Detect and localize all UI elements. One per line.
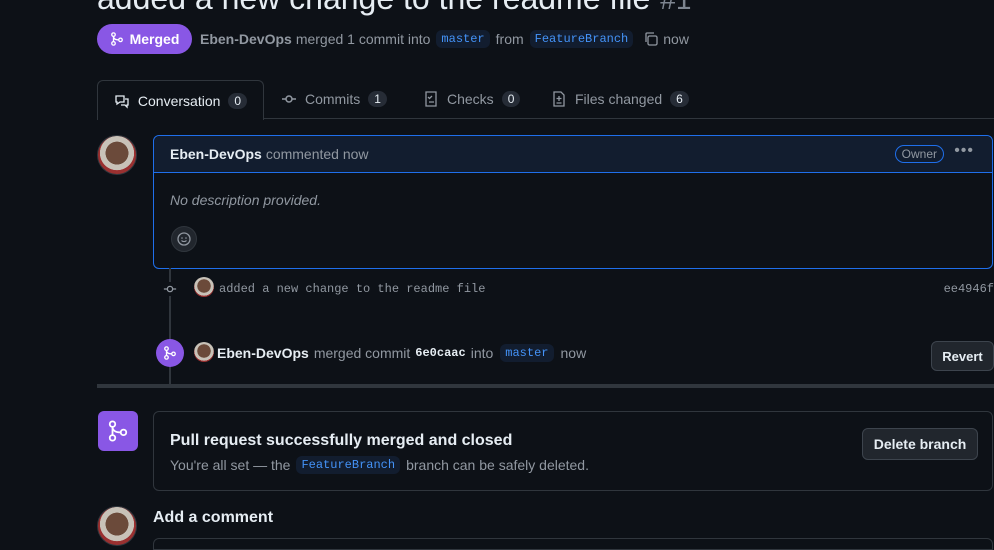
tab-commits-label: Commits — [305, 91, 361, 107]
checklist-icon — [425, 91, 437, 107]
file-diff-icon — [553, 91, 565, 107]
tab-files-changed[interactable]: Files changed 6 — [551, 80, 689, 118]
merge-event: Eben-DevOps merged commit 6e0caac into m… — [217, 344, 586, 362]
merge-event-text: merged commit — [313, 345, 411, 361]
revert-label: Revert — [942, 348, 983, 364]
comment-box: Eben-DevOps commented now Owner ••• No d… — [153, 135, 993, 269]
author-link[interactable]: Eben-DevOps — [200, 31, 292, 47]
add-comment-title: Add a comment — [153, 509, 274, 526]
merge-time: now — [560, 345, 587, 361]
pr-title: added a new change to the readme file #1 — [97, 0, 691, 20]
tab-files-label: Files changed — [575, 91, 663, 107]
tab-conversation-count: 0 — [228, 92, 248, 109]
base-branch-label[interactable]: master — [436, 30, 490, 48]
comment-action: commented now — [265, 146, 369, 162]
comment-body: No description provided. — [170, 192, 321, 208]
meta-time: now — [663, 31, 689, 47]
git-merge-icon — [156, 339, 184, 367]
commit-message-link[interactable]: added a new change to the readme file — [219, 282, 485, 296]
merged-subtext: You're all set — the FeatureBranch branc… — [170, 456, 589, 474]
merge-sha-link[interactable]: 6e0caac — [415, 346, 465, 360]
meta-merged-text: merged 1 commit into — [295, 31, 431, 47]
merge-branch-label[interactable]: master — [500, 344, 554, 362]
tab-files-count: 6 — [670, 91, 689, 107]
merge-into-text: into — [470, 345, 494, 361]
comment-header: Eben-DevOps commented now — [154, 136, 992, 173]
merged-branch-label[interactable]: FeatureBranch — [296, 456, 401, 474]
pr-meta: Eben-DevOps merged 1 commit into master … — [200, 24, 689, 54]
copy-icon[interactable] — [643, 31, 659, 47]
comment-editor[interactable] — [153, 538, 993, 550]
tab-conversation[interactable]: Conversation 0 — [97, 80, 264, 120]
tab-checks-label: Checks — [447, 91, 494, 107]
git-commit-icon — [163, 282, 177, 296]
tab-commits[interactable]: Commits 1 — [281, 80, 387, 118]
revert-button[interactable]: Revert — [931, 341, 994, 371]
merged-sub-after: branch can be safely deleted. — [406, 457, 589, 473]
tab-checks-count: 0 — [501, 91, 521, 107]
merged-title: Pull request successfully merged and clo… — [170, 432, 513, 449]
commit-sha-link[interactable]: ee4946f — [944, 282, 994, 296]
avatar[interactable] — [194, 277, 214, 297]
tab-commits-count: 1 — [368, 91, 387, 107]
tab-checks[interactable]: Checks 0 — [423, 80, 521, 118]
comment-author[interactable]: Eben-DevOps — [170, 146, 262, 162]
state-label: Merged — [129, 31, 180, 47]
tab-conversation-label: Conversation — [137, 92, 221, 109]
git-merge-icon — [98, 411, 138, 451]
merged-sub-before: You're all set — the — [170, 457, 291, 473]
comment-discussion-icon — [115, 94, 129, 109]
git-commit-icon — [282, 95, 296, 103]
kebab-menu-icon[interactable]: ••• — [954, 142, 974, 160]
pr-title-text: added a new change to the readme file — [97, 0, 650, 16]
owner-badge: Owner — [894, 145, 944, 163]
pr-number: #1 — [660, 0, 691, 15]
merge-author-link[interactable]: Eben-DevOps — [217, 345, 309, 361]
avatar[interactable] — [97, 506, 137, 546]
delete-branch-label: Delete branch — [873, 436, 967, 452]
head-branch-label[interactable]: FeatureBranch — [529, 30, 634, 48]
meta-from-text: from — [495, 31, 524, 47]
merged-status-box: Pull request successfully merged and clo… — [153, 411, 993, 491]
git-merge-icon — [110, 32, 123, 46]
smiley-icon[interactable] — [171, 226, 197, 252]
avatar[interactable] — [97, 135, 137, 175]
timeline-divider — [97, 384, 994, 388]
avatar[interactable] — [194, 342, 214, 362]
delete-branch-button[interactable]: Delete branch — [862, 428, 978, 460]
merged-state-badge: Merged — [97, 24, 192, 54]
